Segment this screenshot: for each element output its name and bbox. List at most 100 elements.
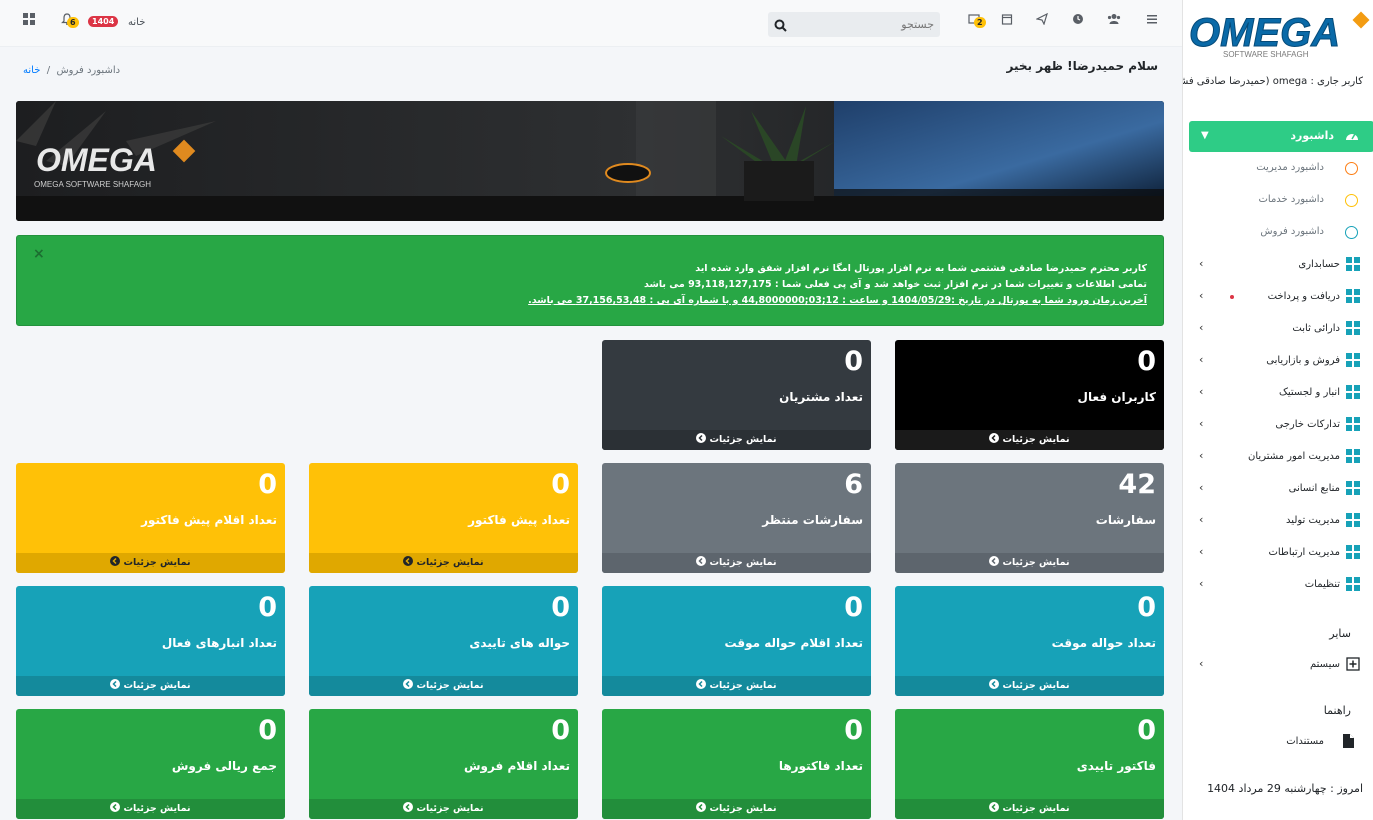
breadcrumb-home-link[interactable]: خانه (23, 65, 40, 76)
stat-title: سفارشات (1095, 513, 1156, 527)
show-details-link[interactable]: نمایش جزئیات (602, 430, 871, 450)
alert-close-button[interactable]: × (33, 246, 45, 262)
sidebar-item[interactable]: ‹ فروش و بازاریابی (1183, 349, 1373, 373)
sidebar-item[interactable]: ‹ مدیریت ارتباطات (1183, 541, 1373, 565)
show-details-link[interactable]: نمایش جزئیات (16, 553, 285, 573)
search-icon[interactable] (774, 17, 788, 32)
show-details-link[interactable]: نمایش جزئیات (895, 676, 1164, 696)
circle-icon (1345, 162, 1358, 175)
year-badge: 1404 (88, 16, 119, 27)
arrow-circle-left-icon (110, 677, 121, 689)
banner-logo-text: OMEGA (36, 142, 157, 178)
chevron-left-icon: ‹ (1199, 257, 1204, 270)
sidebar-item-dashboard[interactable]: ▼ داشبورد (1189, 121, 1373, 152)
grid-icon (1346, 353, 1360, 367)
page-greeting: سلام حمیدرضا! ظهر بخیر (1006, 59, 1158, 73)
clock-icon[interactable] (1069, 13, 1087, 31)
sidebar-item[interactable]: ‹ تدارکات خارجی (1183, 413, 1373, 437)
sidebar-subitem-label: داشبورد خدمات (1258, 194, 1324, 205)
show-details-link[interactable]: نمایش جزئیات (895, 553, 1164, 573)
show-details-link[interactable]: نمایش جزئیات (602, 799, 871, 819)
top-home-link[interactable]: خانه (128, 17, 145, 28)
arrow-circle-left-icon (403, 677, 414, 689)
sidebar-item[interactable]: ‹ تنظیمات (1183, 573, 1373, 597)
show-details-link[interactable]: نمایش جزئیات (309, 676, 578, 696)
sidebar-item[interactable]: ‹ دارائی ثابت (1183, 317, 1373, 341)
stat-title: جمع ریالی فروش (171, 759, 277, 773)
sidebar-item[interactable]: ‹ انبار و لجستیک (1183, 381, 1373, 405)
stat-box: 0 تعداد پیش فاکتور نمایش جزئیات (309, 463, 578, 573)
sidebar-item-label: مدیریت تولید (1286, 515, 1340, 526)
alert-line-1: کاربر محترم حمیدرضا صادقی فشتمی شما به ن… (695, 263, 1147, 274)
breadcrumb: داشبورد فروش / خانه (23, 65, 120, 76)
sidebar-item-label: انبار و لجستیک (1278, 387, 1340, 398)
chevron-left-icon: ‹ (1199, 321, 1204, 334)
menu-toggle-icon[interactable] (1143, 13, 1161, 31)
stat-title: تعداد اقلام فروش (463, 759, 570, 773)
stat-value: 0 (258, 469, 277, 500)
breadcrumb-current: داشبورد فروش (56, 65, 121, 76)
show-details-label: نمایش جزئیات (1002, 434, 1070, 445)
show-details-link[interactable]: نمایش جزئیات (16, 676, 285, 696)
stat-box: 0 فاکتور تاییدی نمایش جزئیات (895, 709, 1164, 819)
arrow-circle-left-icon (110, 554, 121, 566)
send-icon[interactable] (1033, 12, 1051, 31)
stat-box: 0 کاربران فعال نمایش جزئیات (895, 340, 1164, 450)
users-icon[interactable] (1105, 13, 1123, 31)
sidebar-item-system[interactable]: ‹ سیستم (1183, 653, 1373, 677)
calendar-icon[interactable] (998, 13, 1016, 31)
show-details-link[interactable]: نمایش جزئیات (309, 799, 578, 819)
sidebar-item[interactable]: ‹ دریافت و پرداخت (1183, 285, 1373, 309)
breadcrumb-separator: / (46, 65, 51, 76)
show-details-link[interactable]: نمایش جزئیات (16, 799, 285, 819)
stat-value: 6 (844, 469, 863, 500)
stat-box: 0 حواله های تاییدی نمایش جزئیات (309, 586, 578, 696)
sidebar-subitem[interactable]: داشبورد فروش (1183, 221, 1373, 245)
stat-value: 0 (844, 715, 863, 746)
stat-box: 0 جمع ریالی فروش نمایش جزئیات (16, 709, 285, 819)
sidebar-item-label: مستندات (1286, 736, 1324, 747)
show-details-label: نمایش جزئیات (709, 803, 777, 814)
sidebar-logo-sub: SOFTWARE SHAFAGH (1223, 50, 1309, 59)
stat-title: تعداد پیش فاکتور (468, 513, 570, 527)
chevron-left-icon: ‹ (1199, 577, 1204, 590)
show-details-label: نمایش جزئیات (123, 557, 191, 568)
omega-logo[interactable]: OMEGA SOFTWARE SHAFAGH (1183, 0, 1373, 66)
chevron-left-icon: ‹ (1199, 353, 1204, 366)
sidebar-item[interactable]: ‹ منابع انسانی (1183, 477, 1373, 501)
sidebar-item-label: منابع انسانی (1288, 483, 1340, 494)
show-details-link[interactable]: نمایش جزئیات (602, 676, 871, 696)
sidebar-item-label: مدیریت ارتباطات (1268, 547, 1340, 558)
chevron-left-icon: ‹ (1199, 657, 1204, 670)
sidebar-item[interactable]: ‹ حسابداری (1183, 253, 1373, 277)
show-details-link[interactable]: نمایش جزئیات (602, 553, 871, 573)
arrow-circle-left-icon (110, 800, 121, 812)
alert-line-2: تمامی اطلاعات و تغییرات شما در نرم افزار… (643, 279, 1147, 290)
banner-image: OMEGA OMEGA SOFTWARE SHAFAGH (16, 101, 1164, 221)
sidebar-item-documents[interactable]: مستندات (1183, 730, 1373, 754)
chevron-left-icon: ‹ (1199, 545, 1204, 558)
circle-icon (1345, 226, 1358, 239)
stat-title: تعداد حواله موقت (1051, 636, 1156, 650)
apps-grid-icon[interactable] (20, 13, 38, 31)
sidebar-item[interactable]: ‹ مدیریت تولید (1183, 509, 1373, 533)
sidebar-subitem-label: داشبورد فروش (1260, 226, 1324, 237)
show-details-link[interactable]: نمایش جزئیات (309, 553, 578, 573)
show-details-label: نمایش جزئیات (709, 680, 777, 691)
sidebar-item[interactable]: ‹ مدیریت امور مشتریان (1183, 445, 1373, 469)
show-details-link[interactable]: نمایش جزئیات (895, 430, 1164, 450)
stat-value: 0 (551, 715, 570, 746)
search-input[interactable] (794, 16, 934, 33)
stat-value: 0 (551, 592, 570, 623)
sidebar-subitem[interactable]: داشبورد مدیریت (1183, 157, 1373, 181)
show-details-link[interactable]: نمایش جزئیات (895, 799, 1164, 819)
sidebar-item-label: تنظیمات (1304, 579, 1340, 590)
arrow-circle-left-icon (403, 554, 414, 566)
sidebar-subitem[interactable]: داشبورد خدمات (1183, 189, 1373, 213)
plus-square-icon (1346, 657, 1360, 671)
stat-box: 6 سفارشات منتظر نمایش جزئیات (602, 463, 871, 573)
show-details-label: نمایش جزئیات (1002, 803, 1070, 814)
stat-title: سفارشات منتظر (762, 513, 863, 527)
stat-box: 0 تعداد مشتریان نمایش جزئیات (602, 340, 871, 450)
sidebar-item-label: تدارکات خارجی (1275, 419, 1340, 430)
